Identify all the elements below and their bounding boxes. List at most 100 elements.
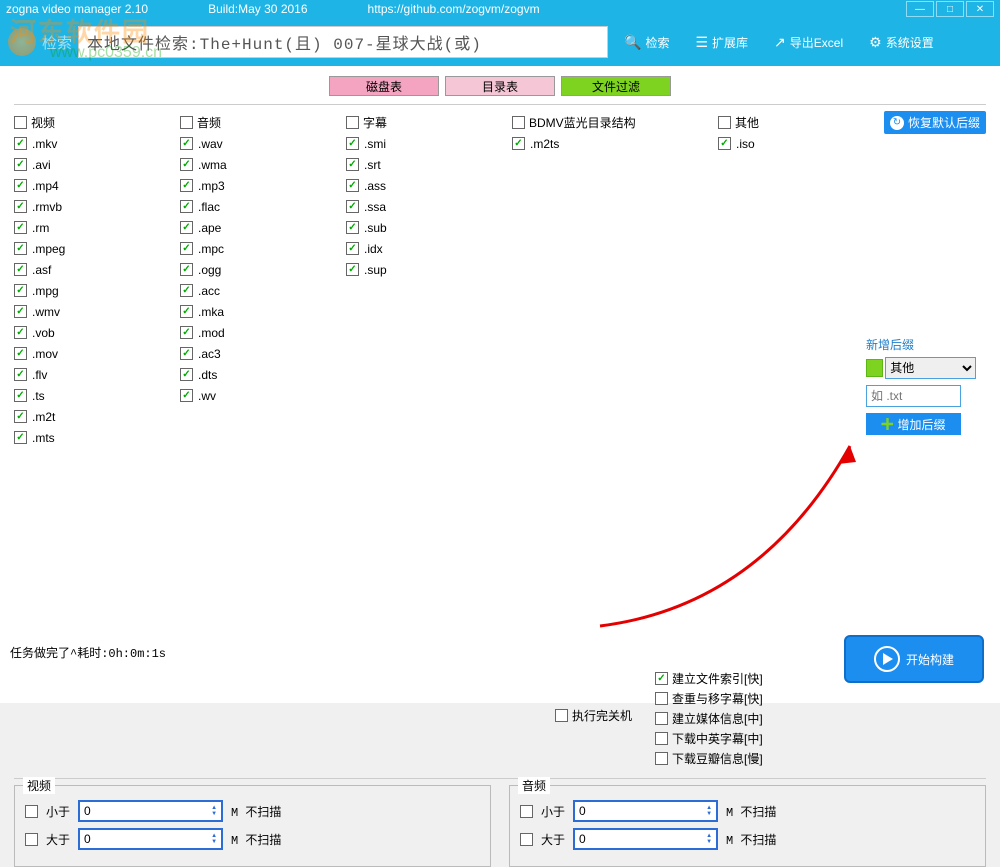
- ext-checkbox[interactable]: [180, 389, 193, 402]
- ext-checkbox[interactable]: [14, 137, 27, 150]
- ext-checkbox[interactable]: [14, 263, 27, 276]
- ext-item: .acc: [180, 280, 340, 301]
- restore-default-button[interactable]: ↻恢复默认后缀: [884, 111, 986, 134]
- audio-lt-input[interactable]: 0▲▼: [573, 800, 718, 822]
- ext-label: .acc: [198, 284, 220, 298]
- ext-item: .wv: [180, 385, 340, 406]
- ext-label: .mp3: [198, 179, 225, 193]
- ext-checkbox[interactable]: [346, 242, 359, 255]
- ext-label: .ass: [364, 179, 386, 193]
- ext-checkbox[interactable]: [14, 158, 27, 171]
- ext-checkbox[interactable]: [180, 347, 193, 360]
- tab-disk[interactable]: 磁盘表: [329, 76, 439, 96]
- export-excel-button[interactable]: ↗导出Excel: [764, 26, 853, 58]
- ext-label: .mts: [32, 431, 55, 445]
- ext-checkbox[interactable]: [512, 137, 525, 150]
- ext-checkbox[interactable]: [180, 221, 193, 234]
- ext-checkbox[interactable]: [346, 263, 359, 276]
- video-header-checkbox[interactable]: [14, 116, 27, 129]
- maximize-button[interactable]: □: [936, 1, 964, 17]
- ext-checkbox[interactable]: [14, 179, 27, 192]
- ext-checkbox[interactable]: [180, 200, 193, 213]
- ext-checkbox[interactable]: [718, 137, 731, 150]
- ext-label: .mov: [32, 347, 58, 361]
- ext-checkbox[interactable]: [346, 179, 359, 192]
- repo-url: https://github.com/zogvm/zogvm: [368, 2, 540, 16]
- search-input[interactable]: [78, 26, 608, 58]
- search-label: 检索: [42, 32, 72, 53]
- ext-checkbox[interactable]: [180, 284, 193, 297]
- ext-checkbox[interactable]: [14, 347, 27, 360]
- tab-dir[interactable]: 目录表: [445, 76, 555, 96]
- ext-item: .iso: [718, 133, 868, 154]
- audio-lt-checkbox[interactable]: [520, 805, 533, 818]
- bdmv-header-checkbox[interactable]: [512, 116, 525, 129]
- start-build-button[interactable]: 开始构建: [844, 635, 984, 683]
- ext-checkbox[interactable]: [180, 263, 193, 276]
- settings-button[interactable]: ⚙系统设置: [859, 26, 944, 58]
- ext-checkbox[interactable]: [14, 200, 27, 213]
- ext-checkbox[interactable]: [180, 179, 193, 192]
- ext-checkbox[interactable]: [14, 389, 27, 402]
- video-lt-checkbox[interactable]: [25, 805, 38, 818]
- audio-gt-input[interactable]: 0▲▼: [573, 828, 718, 850]
- category-select[interactable]: 其他: [885, 357, 976, 379]
- shutdown-checkbox[interactable]: [555, 709, 568, 722]
- close-button[interactable]: ✕: [966, 1, 994, 17]
- ext-label: .mpeg: [32, 242, 65, 256]
- ext-checkbox[interactable]: [14, 410, 27, 423]
- ext-checkbox[interactable]: [180, 326, 193, 339]
- play-icon: [874, 646, 900, 672]
- app-title: zogna video manager 2.10: [6, 2, 148, 16]
- ext-checkbox[interactable]: [14, 368, 27, 381]
- search-button[interactable]: 🔍检索: [614, 26, 679, 58]
- ext-checkbox[interactable]: [14, 242, 27, 255]
- ext-label: .vob: [32, 326, 55, 340]
- ext-checkbox[interactable]: [14, 221, 27, 234]
- audio-header-checkbox[interactable]: [180, 116, 193, 129]
- refresh-icon: ↻: [890, 116, 904, 130]
- video-gt-input[interactable]: 0▲▼: [78, 828, 223, 850]
- ext-label: .mkv: [32, 137, 57, 151]
- audio-gt-checkbox[interactable]: [520, 833, 533, 846]
- ext-label: .dts: [198, 368, 217, 382]
- ext-checkbox[interactable]: [14, 431, 27, 444]
- extension-input[interactable]: [866, 385, 961, 407]
- ext-checkbox[interactable]: [346, 221, 359, 234]
- opt1-checkbox[interactable]: [655, 672, 668, 685]
- add-extension-button[interactable]: 增加后缀: [866, 413, 961, 435]
- ext-label: .avi: [32, 158, 51, 172]
- ext-library-button[interactable]: ☰扩展库: [685, 26, 758, 58]
- opt2-checkbox[interactable]: [655, 692, 668, 705]
- video-header: 视频: [31, 114, 55, 131]
- ext-label: .rmvb: [32, 200, 62, 214]
- ext-checkbox[interactable]: [180, 305, 193, 318]
- ext-checkbox[interactable]: [180, 368, 193, 381]
- minimize-button[interactable]: —: [906, 1, 934, 17]
- ext-checkbox[interactable]: [180, 242, 193, 255]
- opt3-checkbox[interactable]: [655, 712, 668, 725]
- tab-filter[interactable]: 文件过滤: [561, 76, 671, 96]
- ext-checkbox[interactable]: [14, 305, 27, 318]
- ext-label: .mpg: [32, 284, 59, 298]
- ext-checkbox[interactable]: [346, 137, 359, 150]
- subtitle-header-checkbox[interactable]: [346, 116, 359, 129]
- video-gt-checkbox[interactable]: [25, 833, 38, 846]
- video-lt-input[interactable]: 0▲▼: [78, 800, 223, 822]
- ext-checkbox[interactable]: [346, 158, 359, 171]
- ext-checkbox[interactable]: [14, 284, 27, 297]
- video-size-legend: 视频: [23, 777, 55, 794]
- ext-item: .vob: [14, 322, 174, 343]
- build-options: 建立文件索引[快] 查重与移字幕[快] 建立媒体信息[中] 下载中英字幕[中] …: [655, 670, 763, 767]
- opt5-checkbox[interactable]: [655, 752, 668, 765]
- category-icon: [866, 359, 883, 377]
- ext-item: .flv: [14, 364, 174, 385]
- ext-checkbox[interactable]: [180, 137, 193, 150]
- ext-label: .wv: [198, 389, 216, 403]
- ext-checkbox[interactable]: [180, 158, 193, 171]
- ext-checkbox[interactable]: [346, 200, 359, 213]
- opt4-checkbox[interactable]: [655, 732, 668, 745]
- other-header-checkbox[interactable]: [718, 116, 731, 129]
- ext-item: .avi: [14, 154, 174, 175]
- ext-checkbox[interactable]: [14, 326, 27, 339]
